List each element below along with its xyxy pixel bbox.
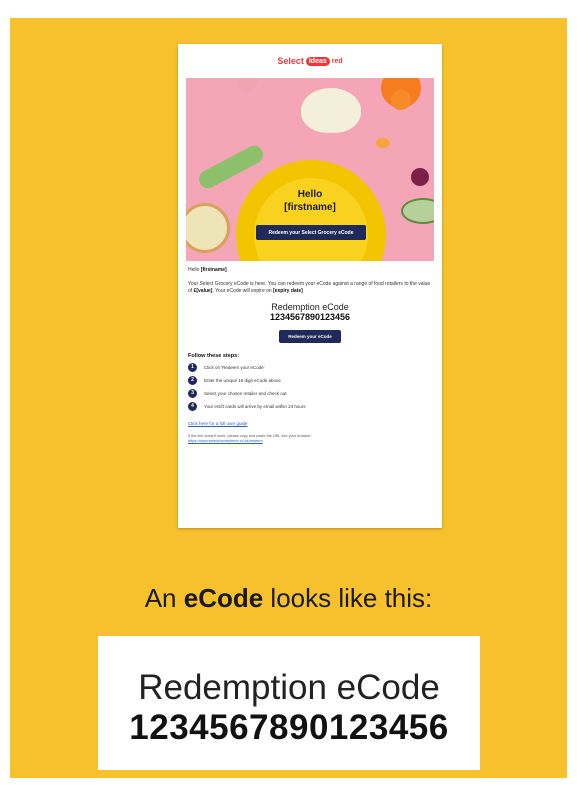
pear-half: [301, 88, 361, 133]
caption-bold-ecode: eCode: [183, 583, 264, 613]
greeting-line: Hello [firstname]: [188, 267, 227, 273]
greeting-firstname: [firstname]: [200, 267, 227, 273]
ecode-example-card: Redemption eCode 1234567890123456: [98, 636, 480, 770]
step-text: Enter the unique 16 digit eCode above: [204, 377, 281, 383]
step-item: 4 Your eGift cards will arrive by email …: [188, 401, 442, 411]
step-item: 3 Select your chosen retailer and check …: [188, 388, 442, 398]
step-number-badge: 3: [188, 388, 197, 398]
step-item: 1 Click on 'Redeem your eCode': [188, 362, 442, 372]
caption-heading: An eCode looks like this:: [144, 583, 433, 613]
steps-list: 1 Click on 'Redeem your eCode' 2 Enter t…: [178, 362, 442, 411]
example-ecode-number: 1234567890123456: [129, 708, 449, 747]
step-text: Your eGift cards will arrive by email wi…: [204, 403, 306, 409]
steps-title: Follow these steps:: [188, 352, 240, 359]
step-text: Select your chosen retailer and check ou…: [204, 390, 287, 396]
ecode-number: 1234567890123456: [269, 311, 351, 322]
step-number-badge: 1: [188, 362, 197, 372]
select-logo: Select Ideas red: [277, 56, 342, 66]
ecode-label: Redemption eCode: [271, 301, 349, 312]
logo-text-select: Select: [277, 56, 304, 66]
step-number-badge: 2: [188, 375, 197, 385]
hero-firstname: [firstname]: [284, 202, 336, 213]
email-preview: Select Ideas red Hello [firstname] Redee…: [178, 44, 442, 528]
ecode-block: Redemption eCode 1234567890123456: [178, 302, 442, 322]
fallback-url-link[interactable]: https://www.selectfoodredeem.co.uk/redee…: [188, 439, 263, 443]
tangerine: [376, 138, 390, 148]
red-onion: [411, 168, 429, 186]
user-guide-link[interactable]: Click here for a full user guide: [188, 421, 442, 426]
value-placeholder: £[value]: [193, 288, 213, 294]
logo-text-ideas: Ideas: [305, 56, 330, 66]
hero-hello: Hello: [297, 189, 323, 200]
orange-slice: [391, 90, 411, 110]
hero-redeem-button[interactable]: Redeem your Select Grocery eCode: [256, 225, 366, 240]
fallback-note: If the link doesn't work, please copy an…: [188, 433, 312, 444]
example-ecode-label: Redemption eCode: [138, 668, 440, 707]
intro-paragraph: Your Select Grocery eCode is here. You c…: [188, 280, 431, 295]
hero-banner-image: Hello [firstname] Redeem your Select Gro…: [186, 78, 434, 261]
redeem-ecode-button[interactable]: Redeem your eCode: [279, 329, 341, 343]
step-number-badge: 4: [188, 401, 197, 411]
hero-greeting: Hello [firstname]: [186, 188, 434, 214]
expiry-placeholder: [expiry date]: [273, 288, 303, 294]
email-body: Hello [firstname] Your Select Grocery eC…: [178, 261, 442, 296]
logo-text-red: red: [331, 57, 343, 65]
email-header: Select Ideas red: [178, 44, 442, 78]
step-text: Click on 'Redeem your eCode': [204, 364, 265, 370]
step-item: 2 Enter the unique 16 digit eCode above: [188, 375, 442, 385]
radish: [236, 78, 258, 92]
